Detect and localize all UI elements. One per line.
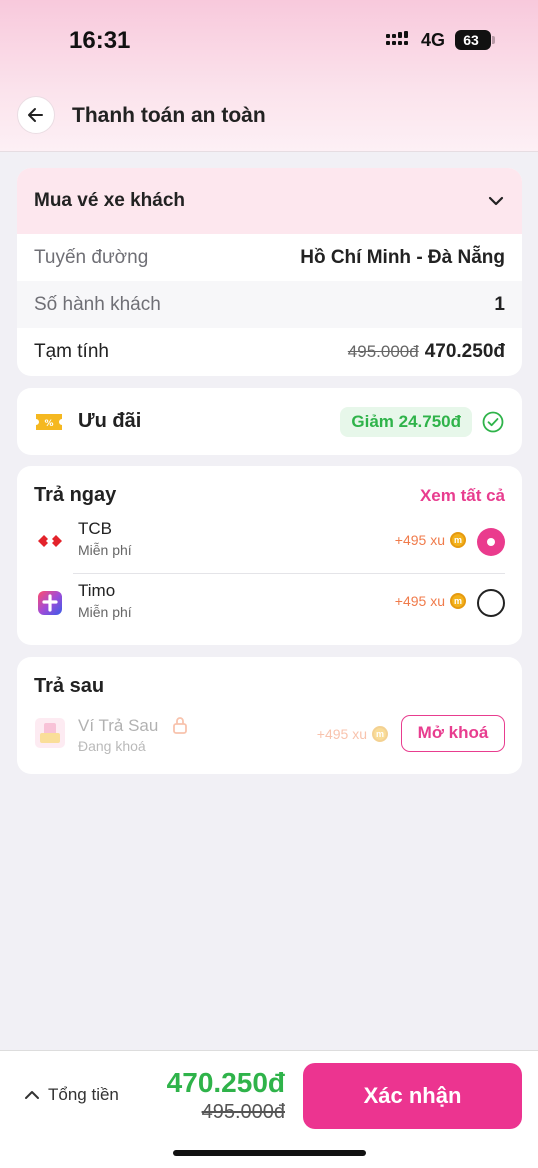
chevron-down-icon — [488, 196, 504, 206]
see-all-link[interactable]: Xem tất cả — [420, 486, 505, 506]
subtotal-label: Tạm tính — [34, 340, 109, 362]
subtotal-new-price: 470.250đ — [424, 340, 505, 362]
battery-icon: 63 — [455, 30, 495, 50]
pay-now-card: Trả ngay Xem tất cả TCB Miễn phí +495 xu… — [17, 466, 522, 645]
check-circle-icon — [482, 411, 504, 433]
route-value: Hồ Chí Minh - Đà Nẵng — [300, 246, 505, 268]
pay-later-reward: +495 xu m — [317, 726, 388, 742]
pay-later-header: Trả sau — [17, 657, 522, 703]
discount-badge: Giảm 24.750đ — [340, 407, 472, 437]
promo-card[interactable]: % Ưu đãi Giảm 24.750đ — [17, 388, 522, 455]
payment-option-timo[interactable]: Timo Miễn phí +495 xu m — [17, 573, 522, 634]
unlock-button[interactable]: Mở khoá — [401, 715, 505, 752]
timo-reward: +495 xu m — [395, 593, 466, 609]
status-bar: 16:31 4G 63 — [0, 0, 538, 80]
timo-logo-icon — [38, 591, 62, 615]
coin-icon: m — [450, 593, 466, 609]
status-time: 16:31 — [69, 27, 131, 54]
tcb-reward-text: +495 xu — [394, 532, 445, 548]
timo-reward-text: +495 xu — [394, 593, 445, 609]
arrow-left-icon — [28, 108, 43, 122]
tcb-radio-selected[interactable] — [477, 528, 505, 556]
pay-later-status: Đang khoá — [78, 738, 146, 754]
coupon-icon: % — [36, 413, 62, 430]
route-label: Tuyến đường — [34, 246, 149, 268]
total-old-price: 495.000đ — [201, 1101, 285, 1123]
order-summary-toggle[interactable]: Mua vé xe khách — [17, 168, 522, 234]
svg-text:%: % — [44, 419, 53, 429]
coin-icon: m — [372, 726, 388, 742]
total-label: Tổng tiền — [48, 1085, 119, 1104]
page-header: Thanh toán an toàn — [0, 96, 538, 140]
page-title: Thanh toán an toàn — [72, 104, 266, 127]
total-new-price: 470.250đ — [166, 1067, 285, 1098]
tcb-name: TCB — [78, 519, 112, 538]
chevron-up-icon — [25, 1091, 39, 1099]
order-summary-card: Mua vé xe khách Tuyến đường Hồ Chí Minh … — [17, 168, 522, 376]
pay-later-card: Trả sau Ví Trả Sau Đang khoá +495 xu m M… — [17, 657, 522, 774]
pay-now-title: Trả ngay — [34, 484, 117, 506]
passengers-value: 1 — [494, 293, 505, 315]
tcb-logo-icon — [38, 535, 62, 547]
network-type: 4G — [421, 30, 446, 50]
tcb-reward: +495 xu m — [395, 532, 466, 548]
pay-later-title: Trả sau — [34, 675, 105, 697]
timo-fee: Miễn phí — [78, 604, 132, 620]
timo-radio[interactable] — [477, 589, 505, 617]
coin-icon: m — [450, 532, 466, 548]
pay-later-name: Ví Trả Sau — [78, 716, 159, 735]
pay-later-reward-text: +495 xu — [316, 726, 367, 742]
lock-icon — [173, 717, 187, 734]
total-toggle[interactable]: Tổng tiền — [24, 1085, 119, 1105]
pay-now-header: Trả ngay Xem tất cả — [17, 466, 522, 512]
timo-name: Timo — [78, 581, 116, 600]
promo-label: Ưu đãi — [78, 410, 142, 432]
home-indicator — [173, 1150, 366, 1156]
confirm-button[interactable]: Xác nhận — [303, 1063, 522, 1129]
order-title: Mua vé xe khách — [34, 190, 186, 211]
passengers-label: Số hành khách — [34, 293, 161, 315]
subtotal-row: Tạm tính 495.000đ 470.250đ — [17, 328, 522, 375]
wallet-icon — [35, 718, 65, 748]
route-row: Tuyến đường Hồ Chí Minh - Đà Nẵng — [17, 234, 522, 281]
signal-icon — [386, 31, 408, 45]
tcb-fee: Miễn phí — [78, 542, 132, 558]
subtotal-old-price: 495.000đ — [347, 341, 419, 361]
passengers-row: Số hành khách 1 — [17, 281, 522, 328]
payment-option-tcb[interactable]: TCB Miễn phí +495 xu m — [17, 512, 522, 573]
back-button[interactable] — [17, 96, 55, 134]
